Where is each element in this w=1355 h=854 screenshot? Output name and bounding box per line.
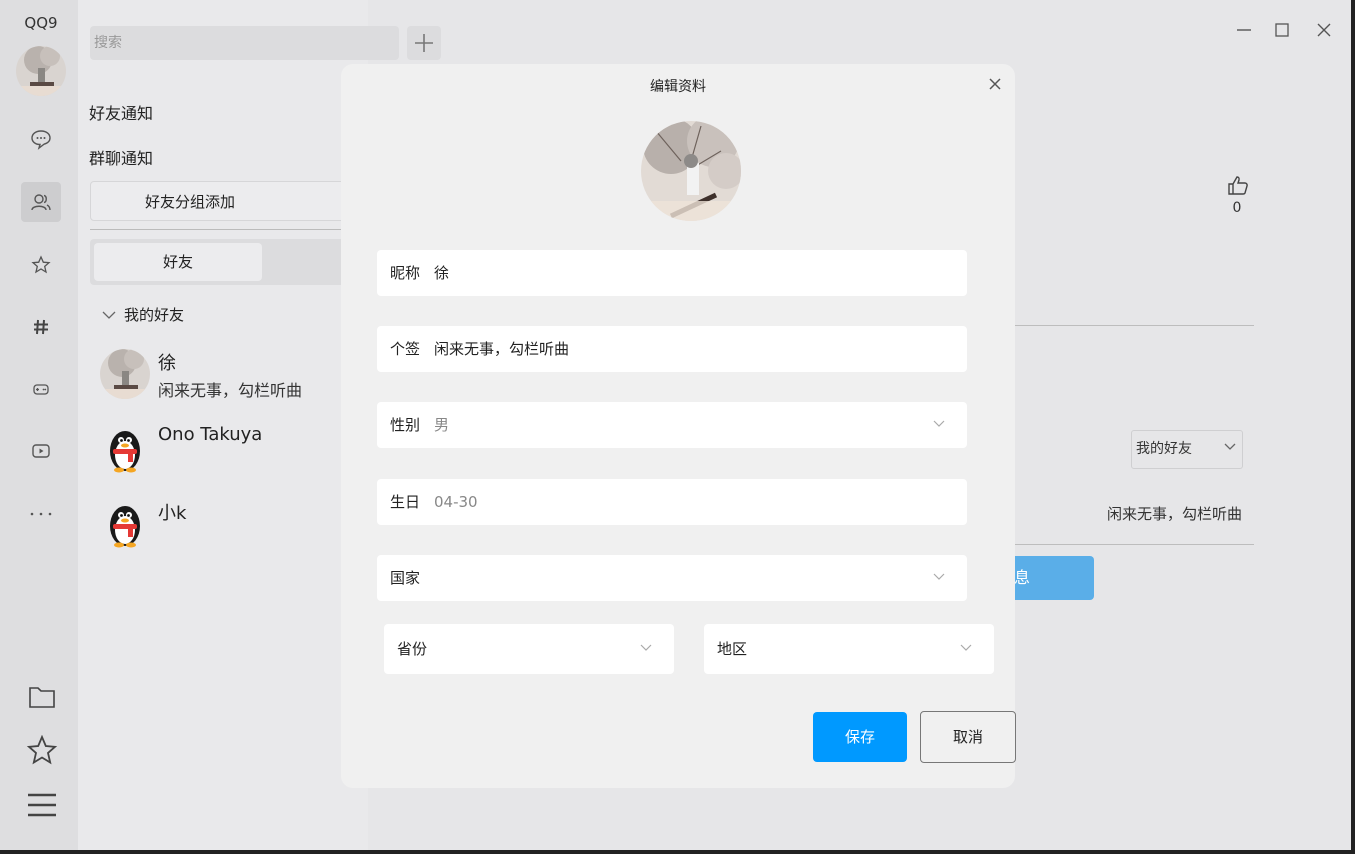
nav-contacts[interactable] [21,182,61,222]
star-outline-icon [31,255,51,274]
province-select[interactable]: 省份 [384,624,674,674]
maximize-button[interactable] [1272,20,1292,40]
thumbs-up-icon [1228,176,1248,195]
friend-notifications[interactable]: 好友通知 [89,100,153,124]
app-title: QQ9 [24,14,58,32]
dialog-title: 编辑资料 [650,79,706,95]
birthday-field[interactable]: 生日 04-30 [377,479,967,525]
close-window-button[interactable] [1314,20,1334,40]
divider [1010,325,1254,326]
birthday-value[interactable]: 04-30 [434,479,478,525]
profile-avatar-picker[interactable] [641,121,741,221]
friend-avatar [100,349,150,399]
gender-label: 性别 [390,416,421,434]
folder-icon [29,687,55,708]
user-avatar[interactable] [16,46,66,96]
nav-topics[interactable] [21,307,61,347]
like-count: 0 [1232,200,1242,216]
video-icon [32,444,50,458]
penguin-avatar-icon [100,424,150,474]
minimize-icon [1237,29,1251,31]
files-button[interactable] [22,677,62,717]
group-notifications[interactable]: 群聊通知 [89,145,153,169]
hashtag-icon [34,319,48,335]
penguin-avatar-icon [100,499,150,549]
nickname-input[interactable]: 徐 [434,250,449,296]
gender-value: 男 [434,416,450,434]
search-input[interactable]: 搜索 [90,26,399,60]
contacts-icon [31,194,51,211]
signature-label: 个签 [390,340,421,358]
dialog-close-button[interactable] [987,76,1003,92]
save-button[interactable]: 保存 [813,712,907,762]
nav-games[interactable] [21,369,61,409]
chevron-down-icon [102,311,116,319]
more-dots-icon [30,512,52,516]
nav-rail: QQ9 [0,0,78,854]
country-label: 国家 [390,569,421,587]
chevron-down-icon [960,644,972,651]
main-menu-button[interactable] [22,785,62,825]
signature-input[interactable]: 闲来无事，勾栏听曲 [434,326,569,372]
chevron-down-icon [1224,443,1236,450]
gamepad-icon [33,384,49,395]
contacts-panel: 搜索 好友通知 群聊通知 好友分组添加 好友 群 我的好友 徐 闲来无事， [78,0,441,854]
collection-button[interactable] [22,731,62,771]
friend-group-name: 我的好友 [124,306,185,324]
chat-icon [31,130,51,150]
nickname-field[interactable]: 昵称 徐 [377,250,967,296]
hamburger-menu-icon [28,793,56,817]
friend-name: Ono Takuya [158,424,263,445]
nav-chat[interactable] [21,119,61,159]
region-label: 地区 [717,640,748,658]
friend-name: 徐 [158,353,176,374]
gender-select[interactable]: 性别 男 [377,402,967,448]
star-icon [26,735,58,765]
friend-group-header[interactable]: 我的好友 [102,304,184,325]
nav-favorites[interactable] [21,245,61,285]
profile-signature: 闲来无事，勾栏听曲 [1107,505,1243,523]
edit-profile-dialog: 编辑资料 昵称 徐 个签 闲来无事，勾栏听曲 性别 男 生日 04-30 国家 [341,64,1016,788]
birthday-label: 生日 [390,493,421,511]
chevron-down-icon [933,573,945,580]
divider [1010,544,1254,545]
nav-more[interactable] [21,494,61,534]
minimize-button[interactable] [1234,20,1254,40]
add-button[interactable] [407,26,441,60]
country-select[interactable]: 国家 [377,555,967,601]
window-edge [0,850,1355,854]
chevron-down-icon [640,644,652,651]
group-select-value: 我的好友 [1136,441,1192,457]
friend-group-select[interactable]: 我的好友 [1131,430,1243,469]
tab-friends[interactable]: 好友 [94,243,262,281]
region-select[interactable]: 地区 [704,624,994,674]
friend-name: 小k [158,503,187,524]
close-icon [989,78,1001,90]
chevron-down-icon [933,420,945,427]
cancel-button[interactable]: 取消 [920,711,1016,763]
maximize-icon [1275,23,1289,37]
like-button[interactable] [1226,174,1250,200]
plus-icon [415,34,433,52]
nav-video[interactable] [21,431,61,471]
friend-signature: 闲来无事，勾栏听曲 [158,381,303,400]
signature-field[interactable]: 个签 闲来无事，勾栏听曲 [377,326,967,372]
close-icon [1317,23,1331,37]
window-edge [1351,0,1355,854]
nickname-label: 昵称 [390,264,421,282]
province-label: 省份 [397,640,428,658]
